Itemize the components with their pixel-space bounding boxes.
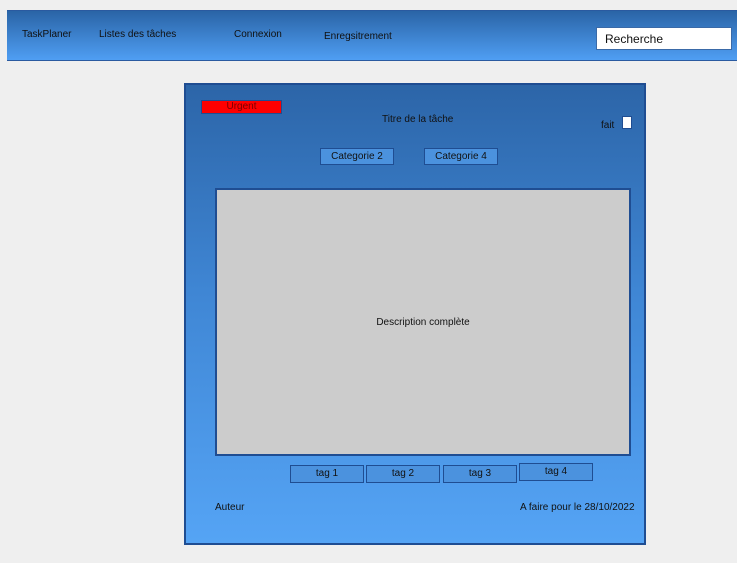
task-description: Description complète [215, 188, 631, 456]
tag-badge[interactable]: tag 3 [443, 465, 517, 483]
done-checkbox[interactable] [622, 116, 632, 129]
task-card: Urgent Titre de la tâche fait Categorie … [184, 83, 646, 545]
nav-item-register[interactable]: Enregsitrement [324, 31, 392, 42]
done-label: fait [601, 120, 615, 131]
category-badge[interactable]: Categorie 4 [424, 148, 498, 165]
priority-badge: Urgent [201, 100, 282, 114]
search-input[interactable] [596, 27, 732, 50]
tag-badge[interactable]: tag 4 [519, 463, 593, 481]
tag-badge[interactable]: tag 1 [290, 465, 364, 483]
description-text: Description complète [376, 316, 470, 328]
category-badge[interactable]: Categorie 2 [320, 148, 394, 165]
tag-badge[interactable]: tag 2 [366, 465, 440, 483]
top-navbar: TaskPlaner Listes des tâches Connexion E… [7, 10, 737, 61]
task-title: Titre de la tâche [382, 114, 454, 125]
task-author: Auteur [215, 502, 245, 513]
due-date: A faire pour le 28/10/2022 [520, 502, 635, 513]
nav-item-task-lists[interactable]: Listes des tâches [99, 29, 176, 40]
brand-link[interactable]: TaskPlaner [22, 29, 71, 40]
page: TaskPlaner Listes des tâches Connexion E… [0, 0, 737, 563]
nav-item-login[interactable]: Connexion [234, 29, 282, 40]
